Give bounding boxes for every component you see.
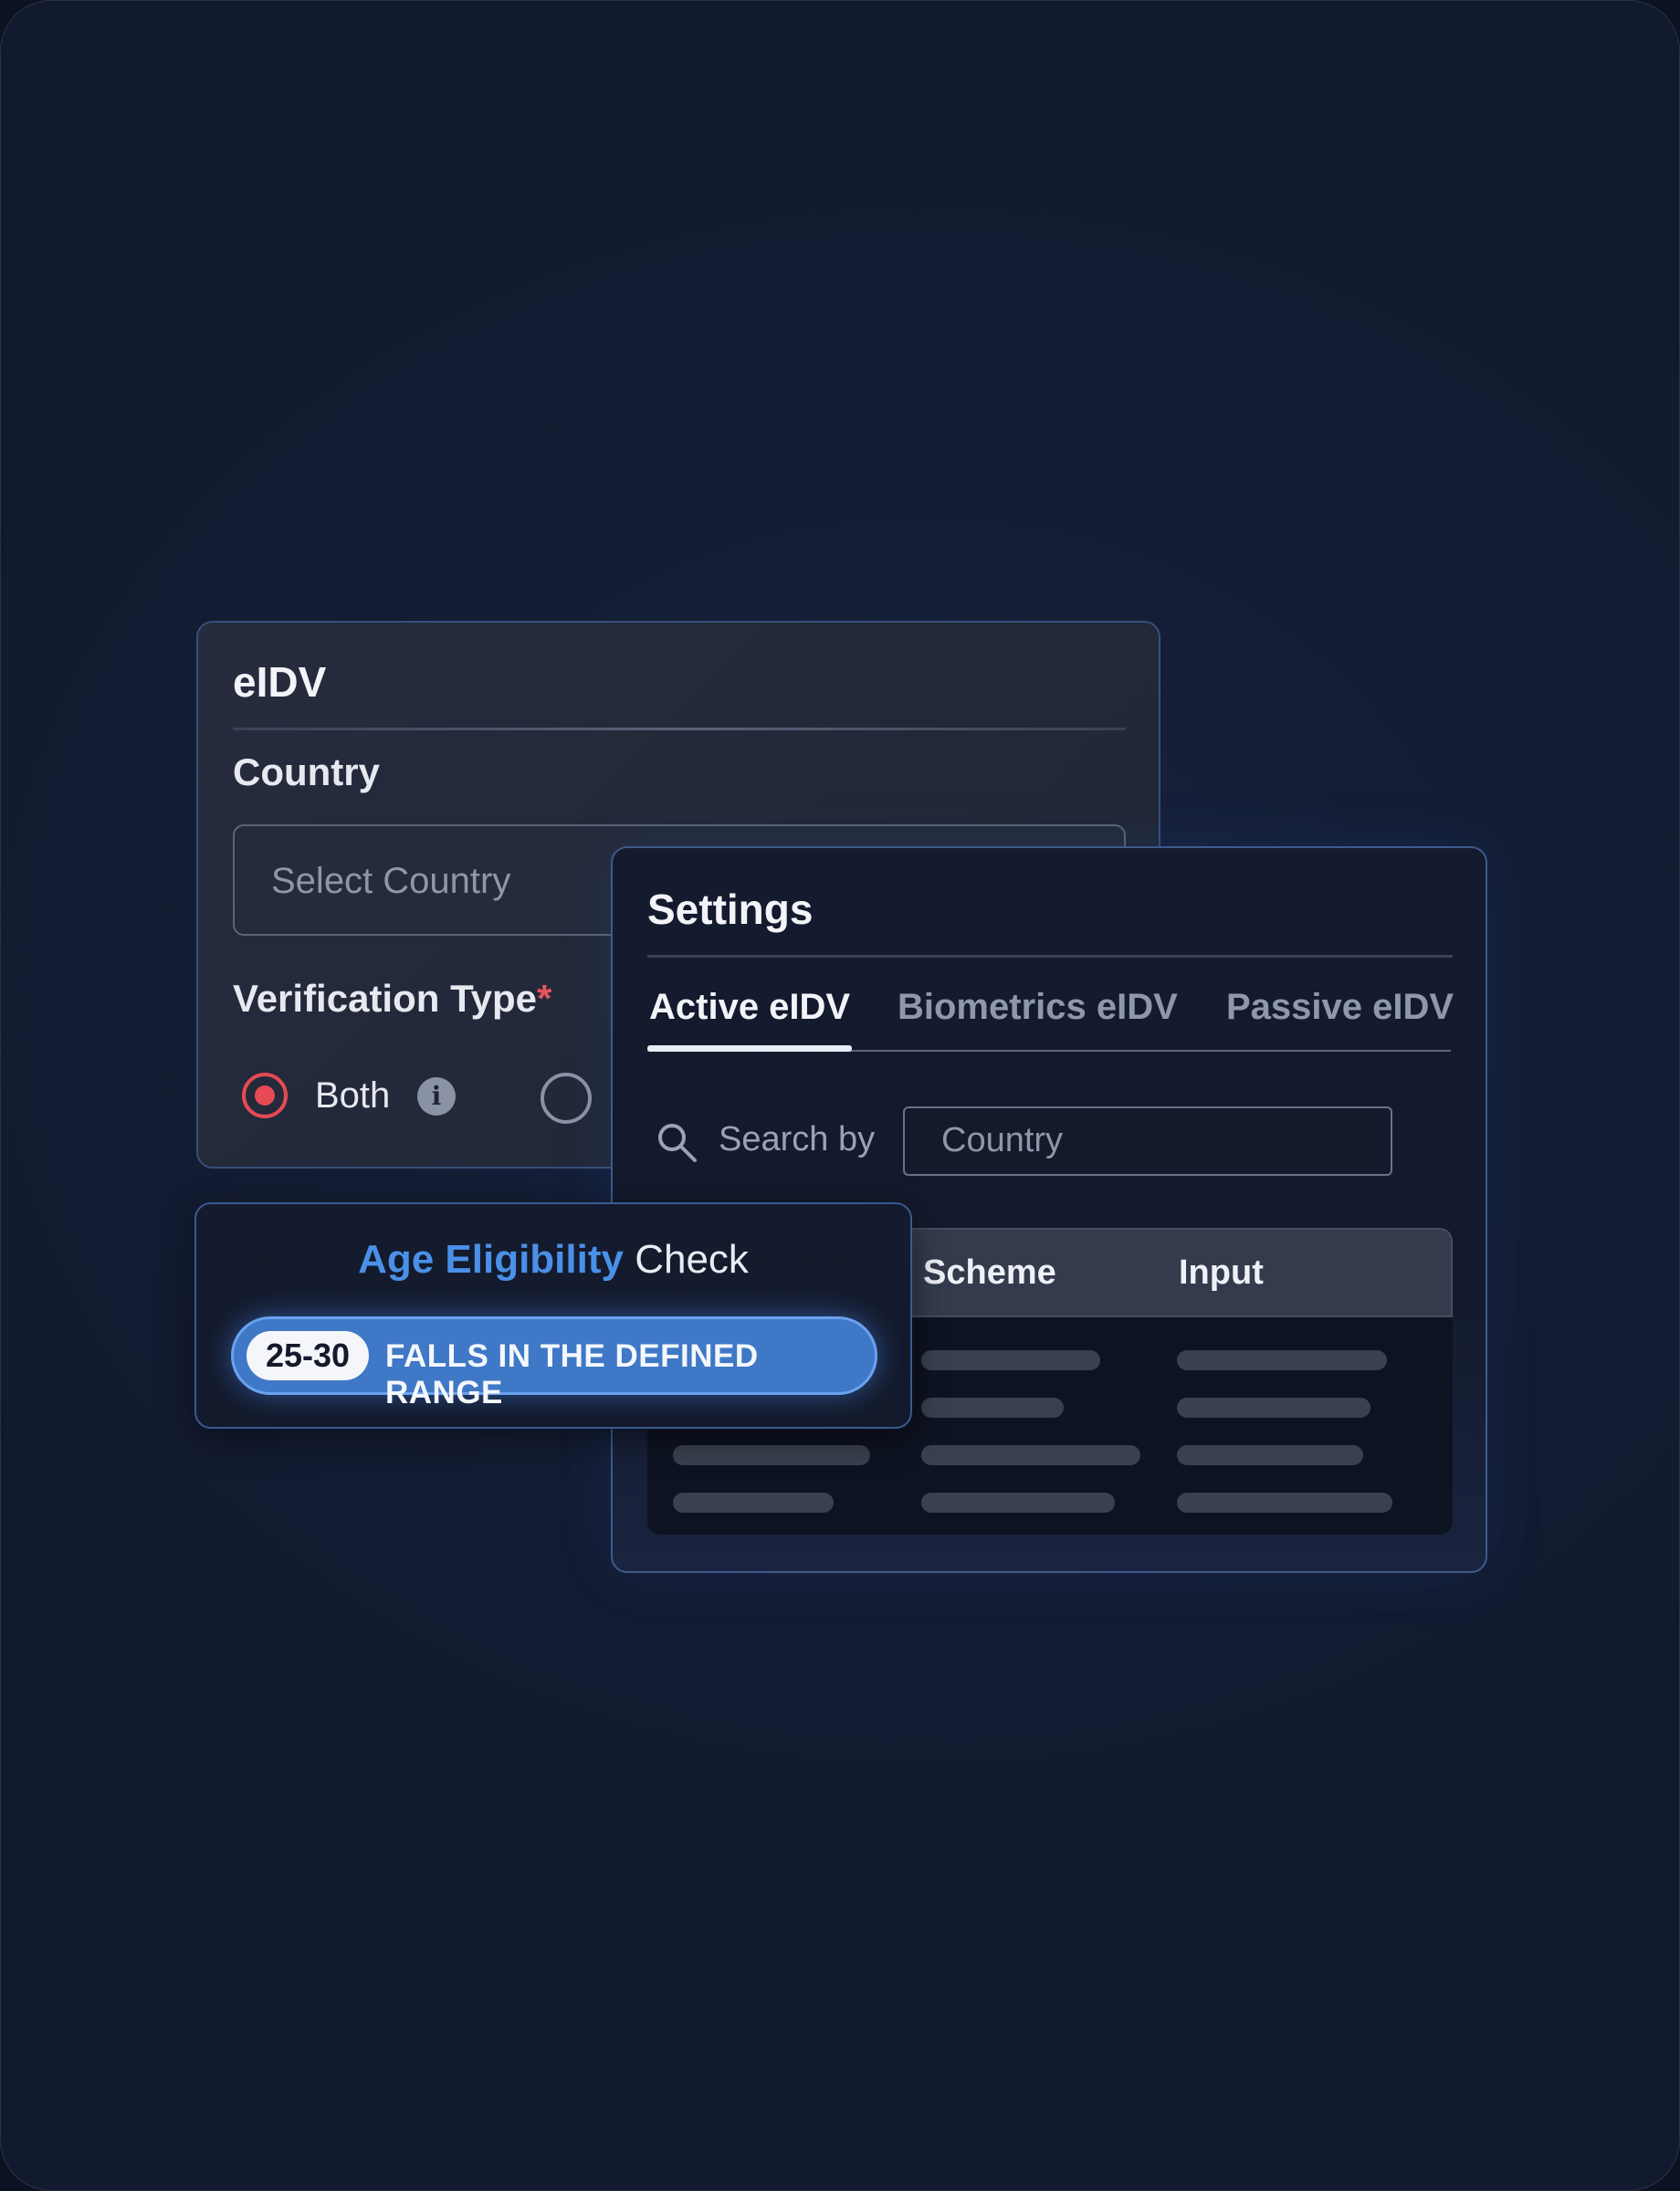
age-eligibility-accent: Age Eligibility	[358, 1237, 624, 1282]
eidv-divider	[233, 728, 1126, 730]
age-range-badge: 25-30	[247, 1331, 369, 1380]
age-eligibility-title: Age Eligibility Check	[196, 1237, 910, 1283]
skeleton-bar	[1177, 1445, 1363, 1465]
radio-option-2[interactable]	[541, 1073, 592, 1124]
tab-passive-eidv[interactable]: Passive eIDV	[1226, 987, 1454, 1028]
column-header-scheme: Scheme	[923, 1253, 1056, 1292]
required-marker: *	[537, 977, 552, 1020]
skeleton-bar	[921, 1350, 1100, 1370]
country-label: Country	[233, 750, 380, 793]
settings-divider	[647, 955, 1453, 958]
age-result-pill: 25-30 FALLS IN THE DEFINED RANGE	[231, 1316, 877, 1410]
age-eligibility-check: Check	[635, 1237, 749, 1282]
tab-active-eidv[interactable]: Active eIDV	[649, 987, 850, 1028]
skeleton-bar	[921, 1445, 1140, 1465]
search-by-label: Search by	[719, 1120, 876, 1158]
country-search-placeholder: Country	[941, 1121, 1064, 1159]
age-eligibility-card: Age Eligibility Check 25-30 FALLS IN THE…	[194, 1202, 912, 1429]
verification-type-text: Verification Type	[233, 977, 537, 1020]
skeleton-bar	[673, 1493, 834, 1513]
app-frame: eIDV Country Select Country Verification…	[0, 0, 1680, 2191]
settings-title: Settings	[647, 886, 814, 933]
skeleton-bar	[1177, 1398, 1370, 1418]
column-header-input: Input	[1179, 1253, 1264, 1292]
eidv-title: eIDV	[233, 658, 327, 706]
skeleton-bar	[1177, 1493, 1392, 1513]
info-icon[interactable]: i	[417, 1077, 456, 1116]
search-icon	[658, 1124, 697, 1162]
age-status-text: FALLS IN THE DEFINED RANGE	[385, 1338, 759, 1410]
radio-both[interactable]	[242, 1073, 288, 1118]
verification-type-label: Verification Type*	[233, 977, 551, 1021]
active-tab-indicator	[647, 1045, 852, 1052]
skeleton-bar	[921, 1493, 1115, 1513]
country-select-placeholder: Select Country	[271, 861, 511, 901]
skeleton-bar	[1177, 1350, 1387, 1370]
radio-both-label[interactable]: Both	[315, 1075, 390, 1116]
country-search-input[interactable]: Country	[903, 1106, 1392, 1176]
skeleton-bar	[921, 1398, 1064, 1418]
skeleton-bar	[673, 1445, 870, 1465]
tab-biometrics-eidv[interactable]: Biometrics eIDV	[898, 987, 1178, 1028]
